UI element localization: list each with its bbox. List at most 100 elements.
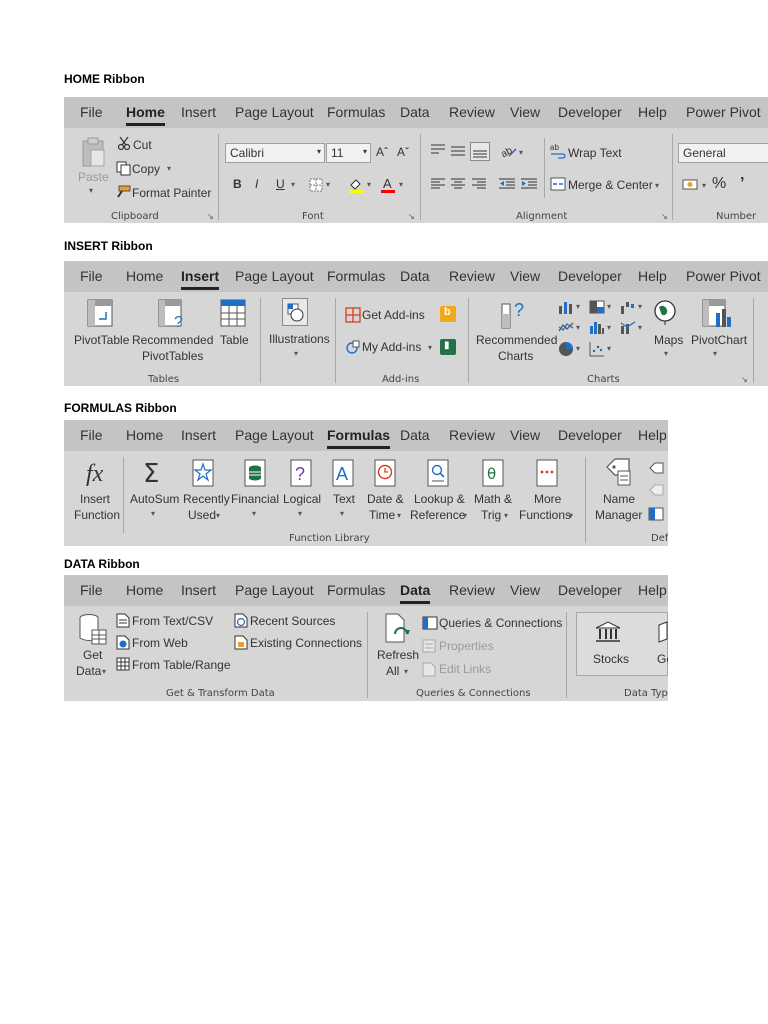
decrease-indent-icon[interactable] xyxy=(499,178,515,190)
recently-used-label-2[interactable]: Used xyxy=(188,508,216,523)
merge-center-dropdown-icon[interactable]: ▾ xyxy=(655,181,659,190)
maps-button[interactable]: Maps xyxy=(654,333,683,348)
middle-align-icon[interactable] xyxy=(451,146,465,156)
tab-developer[interactable]: Developer xyxy=(558,427,622,443)
recommended-charts-label-1[interactable]: Recommended xyxy=(476,333,557,348)
tab-data[interactable]: Data xyxy=(400,104,430,120)
line-chart-dropdown-icon[interactable]: ▾ xyxy=(576,323,580,332)
illustrations-label[interactable]: Illustrations xyxy=(269,332,330,347)
tab-power-pivot[interactable]: Power Pivot xyxy=(686,104,761,120)
financial-dropdown-icon[interactable]: ▾ xyxy=(252,509,256,518)
math-trig-label-1[interactable]: Math & xyxy=(474,492,512,507)
paste-dropdown-icon[interactable]: ▾ xyxy=(89,186,93,195)
font-size-combo[interactable]: 11 ▾ xyxy=(326,143,371,163)
statistic-chart-icon[interactable] xyxy=(589,320,605,334)
tab-page-layout[interactable]: Page Layout xyxy=(235,268,314,284)
from-table-range-button[interactable]: From Table/Range xyxy=(132,658,231,673)
autosum-dropdown-icon[interactable]: ▾ xyxy=(151,509,155,518)
tab-data[interactable]: Data xyxy=(400,427,430,443)
underline-dropdown-icon[interactable]: ▾ xyxy=(291,180,295,189)
comma-style-button[interactable]: ’ xyxy=(740,176,744,192)
illustrations-dropdown-icon[interactable]: ▾ xyxy=(294,349,298,358)
tab-developer[interactable]: Developer xyxy=(558,268,622,284)
logical-dropdown-icon[interactable]: ▾ xyxy=(298,509,302,518)
math-trig-dropdown-icon[interactable]: ▾ xyxy=(504,511,508,520)
my-addins-button[interactable]: My Add-ins xyxy=(362,340,421,355)
tab-developer[interactable]: Developer xyxy=(558,582,622,598)
recommended-charts-icon[interactable]: ? xyxy=(498,298,532,330)
bing-icon[interactable]: b xyxy=(440,306,456,322)
tab-view[interactable]: View xyxy=(510,268,540,284)
waterfall-chart-icon[interactable] xyxy=(620,300,636,314)
paste-button[interactable]: Paste xyxy=(78,170,109,185)
underline-button[interactable]: U xyxy=(276,177,285,192)
tab-insert[interactable]: Insert xyxy=(181,427,216,443)
borders-dropdown-icon[interactable]: ▾ xyxy=(326,180,330,189)
tab-formulas[interactable]: Formulas xyxy=(327,427,391,449)
recently-used-dropdown-icon[interactable]: ▾ xyxy=(216,511,220,520)
font-name-combo[interactable]: Calibri ▾ xyxy=(225,143,325,163)
existing-connections-button[interactable]: Existing Connections xyxy=(250,636,362,651)
geography-icon[interactable] xyxy=(657,621,668,643)
refresh-all-label-2[interactable]: All xyxy=(386,664,399,679)
format-painter-icon[interactable] xyxy=(116,185,131,198)
name-manager-label-2[interactable]: Manager xyxy=(595,508,642,523)
use-in-formula-icon[interactable] xyxy=(648,483,664,497)
copy-icon[interactable] xyxy=(116,161,131,176)
hierarchy-chart-dropdown-icon[interactable]: ▾ xyxy=(607,302,611,311)
recent-sources-icon[interactable] xyxy=(234,613,248,628)
define-name-icon[interactable] xyxy=(648,461,664,475)
math-trig-label-2[interactable]: Trig xyxy=(481,508,501,523)
font-name-dropdown-icon[interactable]: ▾ xyxy=(317,147,321,156)
paste-icon[interactable] xyxy=(80,136,106,168)
tab-help[interactable]: Help xyxy=(638,104,667,120)
borders-icon[interactable] xyxy=(309,178,323,192)
create-from-selection-icon[interactable] xyxy=(648,507,664,521)
scissors-icon[interactable] xyxy=(117,136,131,150)
font-color-icon[interactable]: A xyxy=(380,176,396,193)
autosum-icon[interactable]: Σ xyxy=(142,457,166,487)
lookup-reference-icon[interactable] xyxy=(427,459,449,487)
dialog-launcher-icon[interactable]: ↘ xyxy=(408,212,415,221)
accounting-format-icon[interactable] xyxy=(682,178,700,192)
more-functions-label-1[interactable]: More xyxy=(534,492,561,507)
number-format-combo[interactable]: General xyxy=(678,143,768,163)
name-manager-icon[interactable] xyxy=(604,457,634,487)
get-data-label-2[interactable]: Data xyxy=(76,664,101,679)
pivotchart-dropdown-icon[interactable]: ▾ xyxy=(713,349,717,358)
pivottable-button[interactable]: PivotTable xyxy=(74,333,129,348)
tab-help[interactable]: Help xyxy=(638,268,667,284)
from-web-icon[interactable] xyxy=(116,635,130,650)
pie-chart-icon[interactable] xyxy=(558,341,574,357)
tab-review[interactable]: Review xyxy=(449,427,495,443)
store-icon[interactable] xyxy=(345,307,361,323)
text-functions-icon[interactable]: A xyxy=(332,459,354,487)
fill-color-dropdown-icon[interactable]: ▾ xyxy=(367,180,371,189)
more-functions-dropdown-icon[interactable]: ▾ xyxy=(569,511,573,520)
insert-function-icon[interactable]: fx xyxy=(84,457,110,489)
from-text-csv-button[interactable]: From Text/CSV xyxy=(132,614,213,629)
stocks-icon[interactable] xyxy=(595,621,621,643)
fill-color-icon[interactable] xyxy=(348,177,364,193)
tab-data[interactable]: Data xyxy=(400,268,430,284)
hierarchy-chart-icon[interactable] xyxy=(589,300,605,314)
bottom-align-button[interactable] xyxy=(470,142,490,161)
my-addins-dropdown-icon[interactable]: ▾ xyxy=(428,343,432,352)
tab-formulas[interactable]: Formulas xyxy=(327,268,385,284)
tab-home[interactable]: Home xyxy=(126,582,163,598)
line-chart-icon[interactable] xyxy=(558,321,574,333)
lookup-reference-label-2[interactable]: Reference xyxy=(410,508,465,523)
recommended-pivottables-icon[interactable]: ? xyxy=(158,299,190,329)
tab-help[interactable]: Help xyxy=(638,427,667,443)
logical-label[interactable]: Logical xyxy=(283,492,321,507)
get-data-icon[interactable] xyxy=(78,612,108,646)
more-functions-icon[interactable] xyxy=(536,459,558,487)
recommended-pivottables-label-2[interactable]: PivotTables xyxy=(142,349,203,364)
orientation-dropdown-icon[interactable]: ▾ xyxy=(519,148,523,157)
tab-page-layout[interactable]: Page Layout xyxy=(235,582,314,598)
align-left-icon[interactable] xyxy=(431,178,445,190)
text-functions-label[interactable]: Text xyxy=(333,492,355,507)
combo-chart-dropdown-icon[interactable]: ▾ xyxy=(638,323,642,332)
shrink-font-button[interactable]: Aˇ xyxy=(397,145,409,160)
get-data-dropdown-icon[interactable]: ▾ xyxy=(102,667,106,676)
